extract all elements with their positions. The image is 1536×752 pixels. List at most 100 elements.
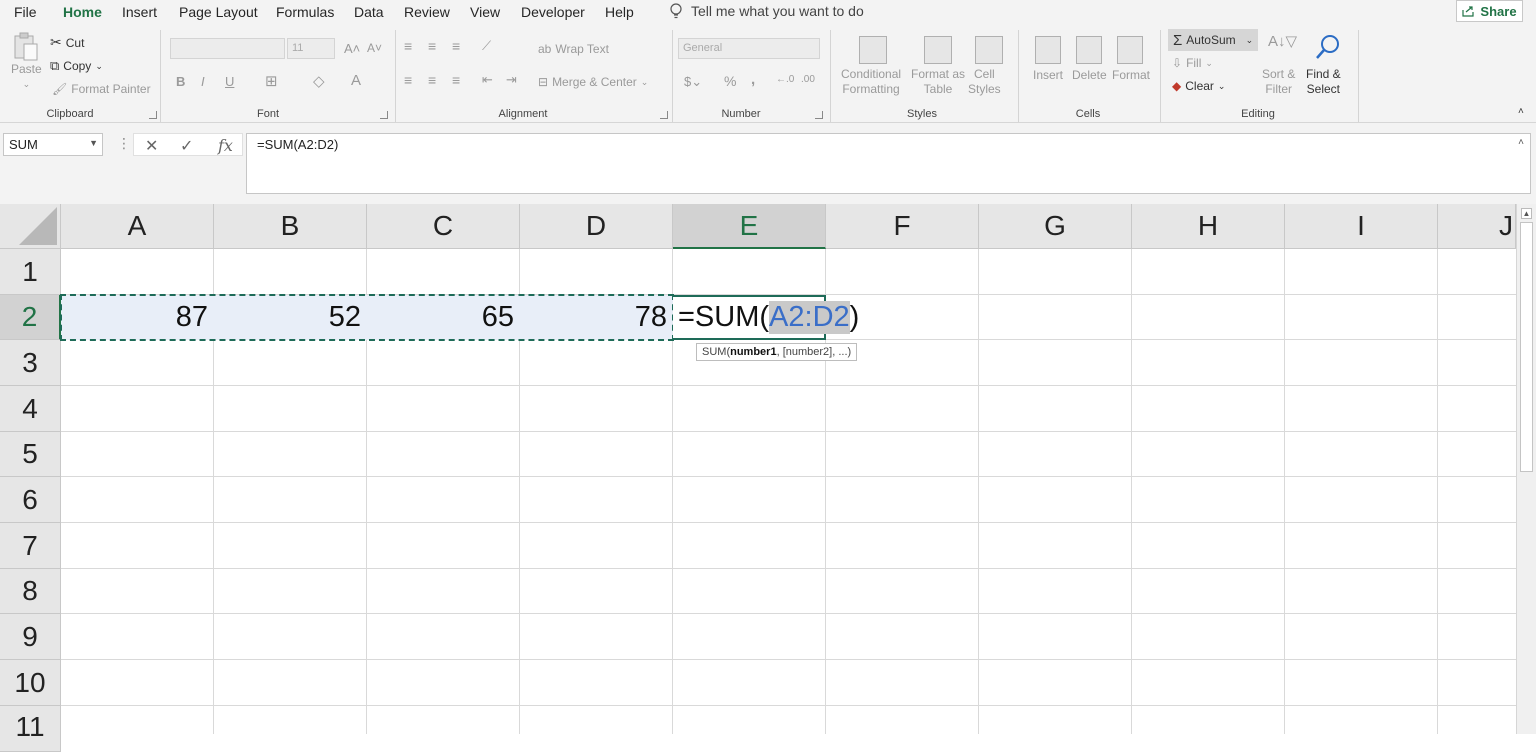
number-format-dropdown[interactable]: General (678, 38, 820, 59)
column-header-j[interactable]: J (1438, 204, 1516, 249)
tell-me-search[interactable]: Tell me what you want to do (669, 3, 864, 19)
fill-color-icon[interactable]: ◇ (313, 72, 325, 90)
collapse-formula-bar-icon[interactable]: ˄ (1518, 137, 1524, 148)
percent-button[interactable]: % (724, 73, 736, 89)
decrease-decimal-icon[interactable]: .00 (801, 74, 815, 85)
drag-handle-icon[interactable]: ⋮ (117, 135, 131, 152)
font-name-dropdown[interactable] (170, 38, 285, 59)
tab-formulas[interactable]: Formulas (276, 4, 334, 20)
column-header-h[interactable]: H (1132, 204, 1285, 249)
orientation-icon[interactable]: ⟋ (482, 38, 491, 54)
tab-file[interactable]: File (14, 4, 37, 20)
row-header-9[interactable]: 9 (0, 614, 61, 660)
tab-view[interactable]: View (470, 4, 500, 20)
font-color-icon[interactable]: A (351, 72, 361, 89)
format-cells-button[interactable]: Format (1112, 68, 1150, 82)
row-header-4[interactable]: 4 (0, 386, 61, 432)
clipboard-launcher-icon[interactable] (149, 111, 157, 119)
clear-button[interactable]: ◆ Clear ⌄ (1172, 79, 1225, 93)
name-box[interactable]: SUM ▼ (3, 133, 103, 156)
autosum-button[interactable]: Σ AutoSum ⌄ (1168, 29, 1259, 51)
increase-decimal-icon[interactable]: ←.0 (776, 74, 794, 85)
tab-page-layout[interactable]: Page Layout (179, 4, 258, 20)
delete-cells-button[interactable]: Delete (1072, 68, 1107, 82)
tab-home[interactable]: Home (63, 4, 102, 27)
merge-center-button[interactable]: ⊟ Merge & Center ⌄ (538, 75, 648, 89)
group-label-cells: Cells (1075, 108, 1101, 120)
cancel-icon[interactable]: ✕ (145, 136, 158, 156)
row-header-11[interactable]: 11 (0, 706, 61, 752)
fill-button[interactable]: ⇩ Fill ⌄ (1172, 56, 1213, 70)
align-right-icon[interactable]: ≡ (452, 72, 460, 88)
column-header-c[interactable]: C (367, 204, 520, 249)
tab-review[interactable]: Review (404, 4, 450, 20)
insert-function-icon[interactable]: fx (218, 136, 233, 155)
comma-button[interactable]: , (751, 71, 755, 88)
tab-data[interactable]: Data (354, 4, 384, 20)
conditional-formatting-button[interactable]: Conditional Formatting (841, 67, 901, 97)
enter-icon[interactable]: ✓ (180, 136, 193, 156)
row-header-7[interactable]: 7 (0, 523, 61, 569)
align-bottom-icon[interactable]: ≡ (452, 38, 460, 54)
tab-help[interactable]: Help (605, 4, 634, 20)
paste-button[interactable]: Paste ⌄ (11, 32, 42, 92)
column-header-d[interactable]: D (520, 204, 673, 249)
tab-insert[interactable]: Insert (122, 4, 157, 20)
format-as-table-button[interactable]: Format as Table (911, 67, 965, 97)
row-header-8[interactable]: 8 (0, 569, 61, 614)
gridline (978, 249, 979, 734)
collapse-ribbon-icon[interactable]: ˄ (1518, 106, 1524, 117)
row-header-3[interactable]: 3 (0, 340, 61, 386)
bold-button[interactable]: B (176, 74, 185, 89)
copy-button[interactable]: ⧉ Copy ⌄ (50, 58, 103, 74)
underline-button[interactable]: U (225, 74, 234, 89)
number-launcher-icon[interactable] (815, 111, 823, 119)
sort-filter-button[interactable]: Sort & Filter (1262, 67, 1295, 97)
align-left-icon[interactable]: ≡ (404, 72, 412, 88)
font-size-dropdown[interactable]: 11 (287, 38, 335, 59)
align-center-icon[interactable]: ≡ (428, 72, 436, 88)
find-select-button[interactable]: Find & Select (1306, 67, 1341, 97)
share-button[interactable]: Share (1456, 0, 1523, 22)
wrap-text-button[interactable]: ab Wrap Text (538, 42, 609, 56)
gridline (1284, 249, 1285, 734)
chevron-down-icon: ⌄ (1205, 57, 1213, 68)
row-header-6[interactable]: 6 (0, 477, 61, 523)
row-header-10[interactable]: 10 (0, 660, 61, 706)
formula-input[interactable]: =SUM(A2:D2) ˄ (246, 133, 1531, 194)
decrease-font-icon[interactable]: A˅ (367, 41, 382, 55)
insert-cells-button[interactable]: Insert (1033, 68, 1063, 82)
row-header-1[interactable]: 1 (0, 249, 61, 295)
row-header-5[interactable]: 5 (0, 432, 61, 477)
cut-button[interactable]: ✂ Cut (50, 34, 84, 51)
cell-styles-button[interactable]: Cell Styles (968, 67, 1001, 97)
column-header-a[interactable]: A (61, 204, 214, 249)
align-middle-icon[interactable]: ≡ (428, 38, 436, 54)
column-header-g[interactable]: G (979, 204, 1132, 249)
scroll-up-icon[interactable]: ▲ (1521, 208, 1532, 219)
currency-icon[interactable]: $⌄ (684, 74, 702, 90)
column-header-e[interactable]: E (673, 204, 826, 249)
gridline (61, 476, 1516, 477)
row-header-2[interactable]: 2 (0, 295, 61, 340)
select-all-button[interactable] (0, 204, 61, 249)
increase-indent-icon[interactable]: ⇥ (506, 72, 517, 88)
align-top-icon[interactable]: ≡ (404, 38, 412, 54)
function-tooltip[interactable]: SUM(number1, [number2], ...) (696, 343, 858, 361)
decrease-indent-icon[interactable]: ⇤ (482, 72, 493, 88)
increase-font-icon[interactable]: A˄ (344, 41, 360, 56)
chevron-down-icon[interactable]: ▼ (89, 138, 98, 148)
format-painter-button[interactable]: 🖌 Format Painter (52, 82, 151, 96)
italic-button[interactable]: I (201, 74, 205, 89)
worksheet-grid[interactable]: A B C D E F G H I J 1 2 3 4 5 6 7 8 9 10… (0, 204, 1536, 752)
alignment-launcher-icon[interactable] (660, 111, 668, 119)
font-launcher-icon[interactable] (380, 111, 388, 119)
column-header-f[interactable]: F (826, 204, 979, 249)
vertical-scrollbar[interactable]: ▲ (1516, 204, 1536, 734)
tab-developer[interactable]: Developer (521, 4, 585, 20)
column-header-b[interactable]: B (214, 204, 367, 249)
column-header-i[interactable]: I (1285, 204, 1438, 249)
cell-e2-formula[interactable]: =SUM(A2:D2) (678, 295, 859, 340)
borders-icon[interactable]: ⊞ (265, 72, 278, 90)
scrollbar-thumb[interactable] (1520, 222, 1533, 472)
